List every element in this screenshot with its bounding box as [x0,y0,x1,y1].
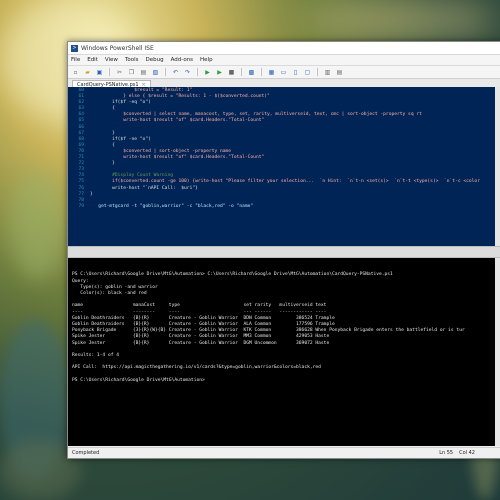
code-text: write-host "`nAPI Call: $uri"} [90,185,198,191]
menu-view[interactable]: View [105,57,118,63]
toolbar-separator [165,68,166,76]
undo-icon[interactable]: ↶ [171,68,180,77]
menu-help[interactable]: Help [200,57,213,63]
show-commands-icon[interactable]: ▥ [323,68,332,77]
script-editor[interactable]: 60 $result = "Result: 1" 61 } else { $res… [68,87,500,246]
status-bar: Completed Ln 55 Col 42 [68,447,500,458]
window-title: Windows PowerShell ISE [81,44,154,52]
background-bokeh [300,0,500,40]
code-text: write-host $result "of" $card.Headers."T… [90,155,265,161]
code-text: get-mtgcard -t "goblin,warrior" -c "blac… [90,203,254,209]
new-icon[interactable]: ▫ [71,68,80,77]
console-scrollbar[interactable] [495,258,500,446]
console-line: PS C:\Users\Richard\Google Drive\MtG\Aut… [72,377,205,383]
console-output: PS C:\Users\Richard\Google Drive\MtG\Aut… [72,272,497,384]
menu-addons[interactable]: Add-ons [171,57,193,63]
toolbar: ▫ ▰ ▣ ✂ ❐ ▤ ▧ ↶ ↷ ▶ ▶ ■ ▩ ▦ ▭ ▯ ▢ ▥ ▤ [68,66,500,79]
toolbar-separator [197,68,198,76]
title-bar[interactable]: > Windows PowerShell ISE [68,42,500,55]
console-icon[interactable]: ▦ [267,68,276,77]
line-number: 79 [78,203,84,209]
run-icon[interactable]: ▶ [203,68,212,77]
toolbar-separator [109,68,110,76]
editor-scrollbar[interactable] [495,87,500,246]
copy-icon[interactable]: ❐ [127,68,136,77]
code-text: write-host $result "of" $card.Headers."T… [90,118,265,124]
clear-icon[interactable]: ▧ [151,68,160,77]
script-code: 60 $result = "Result: 1" 61 } else { $res… [68,87,500,210]
background-bokeh [10,170,65,280]
menu-debug[interactable]: Debug [146,57,164,63]
status-text: Completed [72,450,100,456]
toolbar-separator [261,68,262,76]
code-line: 79 get-mtgcard -t "goblin,warrior" -c "b… [68,204,500,210]
menu-edit[interactable]: Edit [87,57,98,63]
show-script-pane-right-icon[interactable]: ▯ [291,68,300,77]
code-text: } [90,161,115,167]
stop-icon[interactable]: ■ [227,68,236,77]
menu-tools[interactable]: Tools [125,57,139,63]
menu-bar: File Edit View Tools Debug Add-ons Help [68,55,500,66]
menu-file[interactable]: File [71,57,80,63]
powershell-icon: > [71,44,78,52]
show-addon-icon[interactable]: ▤ [335,68,344,77]
powershell-ise-window: > Windows PowerShell ISE File Edit View … [67,41,500,459]
column-indicator: Col 42 [459,450,475,456]
open-icon[interactable]: ▰ [83,68,92,77]
save-icon[interactable]: ▣ [95,68,104,77]
pane-splitter[interactable] [68,246,500,258]
redo-icon[interactable]: ↷ [183,68,192,77]
show-script-pane-top-icon[interactable]: ▭ [279,68,288,77]
code-text: } [90,191,93,197]
console-pane[interactable]: PS C:\Users\Richard\Google Drive\MtG\Aut… [68,258,500,446]
run-selection-icon[interactable]: ▶ [215,68,224,77]
paste-icon[interactable]: ▤ [139,68,148,77]
toolbar-separator [317,68,318,76]
new-remote-tab-icon[interactable]: ▩ [247,68,256,77]
line-indicator: Ln 55 [439,450,454,456]
toolbar-separator [241,68,242,76]
show-script-pane-max-icon[interactable]: ▢ [303,68,312,77]
cut-icon[interactable]: ✂ [115,68,124,77]
